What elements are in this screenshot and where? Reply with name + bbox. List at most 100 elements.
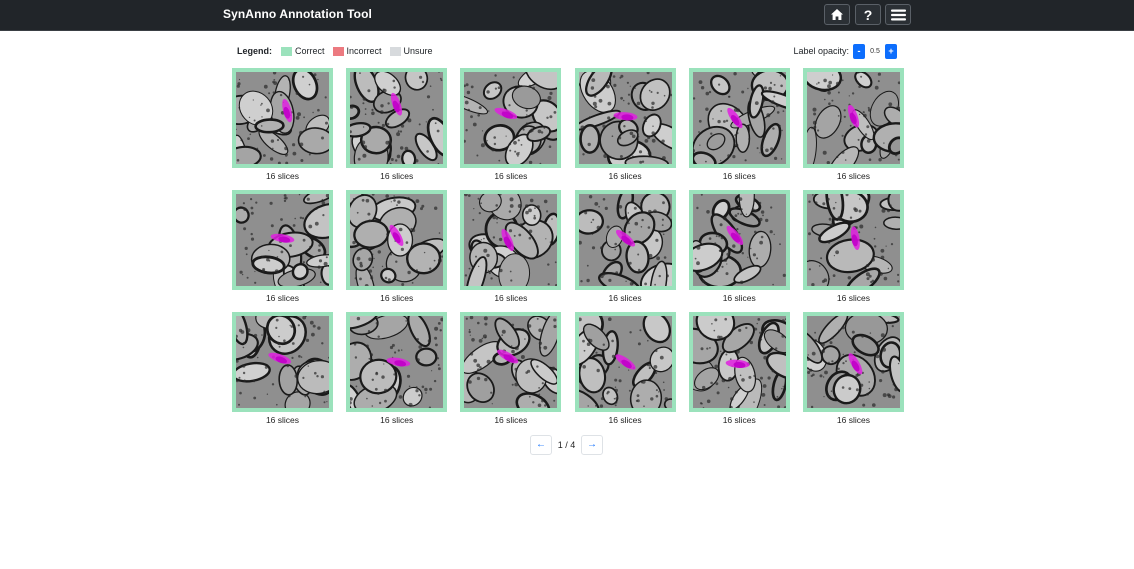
home-button[interactable]: [824, 4, 850, 25]
em-image[interactable]: [578, 72, 672, 164]
em-image[interactable]: [578, 194, 672, 286]
instance-card[interactable]: 16 slices: [574, 68, 676, 190]
em-image[interactable]: [350, 194, 444, 286]
instance-caption: 16 slices: [494, 171, 528, 181]
instance-card[interactable]: 16 slices: [802, 312, 904, 434]
instance-card[interactable]: 16 slices: [688, 312, 790, 434]
instance-card[interactable]: 16 slices: [232, 190, 333, 312]
em-image[interactable]: [692, 194, 786, 286]
em-image[interactable]: [236, 72, 329, 164]
em-image[interactable]: [806, 316, 900, 408]
em-image[interactable]: [578, 316, 672, 408]
legend-swatch-incorrect: [332, 46, 344, 56]
instance-image-frame[interactable]: [688, 312, 790, 412]
instance-image-frame[interactable]: [232, 312, 333, 412]
instance-caption: 16 slices: [608, 293, 642, 303]
instance-caption: 16 slices: [265, 171, 300, 181]
instance-image-frame[interactable]: [460, 190, 562, 290]
em-image[interactable]: [464, 72, 558, 164]
em-image[interactable]: [692, 316, 786, 408]
instance-image-frame[interactable]: [460, 312, 562, 412]
instance-card[interactable]: 16 slices: [802, 190, 904, 312]
instance-caption: 16 slices: [836, 171, 870, 181]
previous-page-button[interactable]: ←: [530, 434, 552, 455]
instance-image-frame[interactable]: [688, 190, 790, 290]
opacity-increase-button[interactable]: +: [885, 43, 897, 59]
page-indicator: 1 / 4: [557, 439, 576, 450]
em-image[interactable]: [464, 316, 558, 408]
legend-label: Incorrect: [346, 46, 382, 56]
instance-card[interactable]: 16 slices: [460, 312, 562, 434]
instance-card[interactable]: 16 slices: [346, 68, 448, 190]
instance-caption: 16 slices: [494, 293, 528, 303]
instance-caption: 16 slices: [608, 171, 642, 181]
instance-image-frame[interactable]: [232, 190, 333, 290]
instance-caption: 16 slices: [722, 415, 756, 425]
instance-card[interactable]: 16 slices: [574, 190, 676, 312]
instance-card[interactable]: 16 slices: [346, 312, 448, 434]
em-image[interactable]: [464, 194, 558, 286]
instance-caption: 16 slices: [380, 415, 414, 425]
menu-icon: [890, 9, 906, 21]
instance-caption: 16 slices: [265, 415, 300, 425]
instance-card[interactable]: 16 slices: [688, 190, 790, 312]
opacity-value: 0.5: [870, 47, 880, 55]
em-image[interactable]: [692, 72, 786, 164]
home-icon: [830, 8, 844, 21]
instance-image-frame[interactable]: [460, 68, 562, 168]
instance-caption: 16 slices: [722, 171, 756, 181]
instance-card[interactable]: 16 slices: [346, 190, 448, 312]
instance-image-frame[interactable]: [802, 190, 904, 290]
instance-card[interactable]: 16 slices: [574, 312, 676, 434]
opacity-decrease-button[interactable]: -: [853, 43, 865, 59]
instance-image-frame[interactable]: [574, 312, 676, 412]
menu-button[interactable]: [885, 4, 911, 25]
pagination: ← 1 / 4 →: [530, 434, 603, 455]
instance-card[interactable]: 16 slices: [460, 68, 562, 190]
instance-caption: 16 slices: [380, 171, 414, 181]
next-page-button[interactable]: →: [581, 434, 603, 455]
instance-caption: 16 slices: [265, 293, 300, 303]
instance-image-frame[interactable]: [346, 68, 448, 168]
legend-label: Unsure: [403, 46, 433, 56]
instance-card[interactable]: 16 slices: [460, 190, 562, 312]
instance-caption: 16 slices: [836, 293, 870, 303]
instance-caption: 16 slices: [380, 293, 414, 303]
em-image[interactable]: [350, 316, 444, 408]
legend-label: Correct: [295, 46, 325, 56]
em-image[interactable]: [350, 72, 444, 164]
help-icon: ?: [863, 6, 873, 23]
instance-caption: 16 slices: [836, 415, 870, 425]
em-image[interactable]: [236, 316, 329, 408]
instance-image-frame[interactable]: [688, 68, 790, 168]
legend-swatch-unsure: [389, 46, 401, 56]
navbar: SynAnno Annotation Tool ?: [0, 0, 1134, 31]
em-image[interactable]: [806, 72, 900, 164]
legend-title: Legend:: [237, 46, 272, 56]
instance-image-frame[interactable]: [346, 190, 448, 290]
legend-swatch-correct: [281, 46, 292, 56]
help-button[interactable]: ?: [855, 4, 881, 25]
instance-caption: 16 slices: [722, 293, 756, 303]
instance-image-frame[interactable]: [232, 68, 333, 168]
instance-card[interactable]: 16 slices: [802, 68, 904, 190]
instance-card[interactable]: 16 slices: [232, 312, 333, 434]
instance-caption: 16 slices: [608, 415, 642, 425]
legend: Legend: Correct Incorrect Unsure: [237, 45, 441, 57]
instance-grid: 16 slices 16 slices 16 slices 16 slices 16 s…: [232, 68, 904, 434]
instance-image-frame[interactable]: [346, 312, 448, 412]
instance-card[interactable]: 16 slices: [688, 68, 790, 190]
em-image[interactable]: [236, 194, 329, 286]
instance-image-frame[interactable]: [574, 68, 676, 168]
instance-card[interactable]: 16 slices: [232, 68, 333, 190]
label-opacity-control: Label opacity: - 0.5 +: [793, 43, 897, 59]
legend-item-correct: Correct: [281, 46, 325, 56]
app-title[interactable]: SynAnno Annotation Tool: [223, 7, 372, 21]
instance-image-frame[interactable]: [802, 312, 904, 412]
legend-item-unsure: Unsure: [389, 46, 433, 56]
instance-image-frame[interactable]: [802, 68, 904, 168]
instance-image-frame[interactable]: [574, 190, 676, 290]
em-image[interactable]: [806, 194, 900, 286]
opacity-label: Label opacity:: [793, 46, 849, 56]
legend-item-incorrect: Incorrect: [332, 46, 382, 56]
